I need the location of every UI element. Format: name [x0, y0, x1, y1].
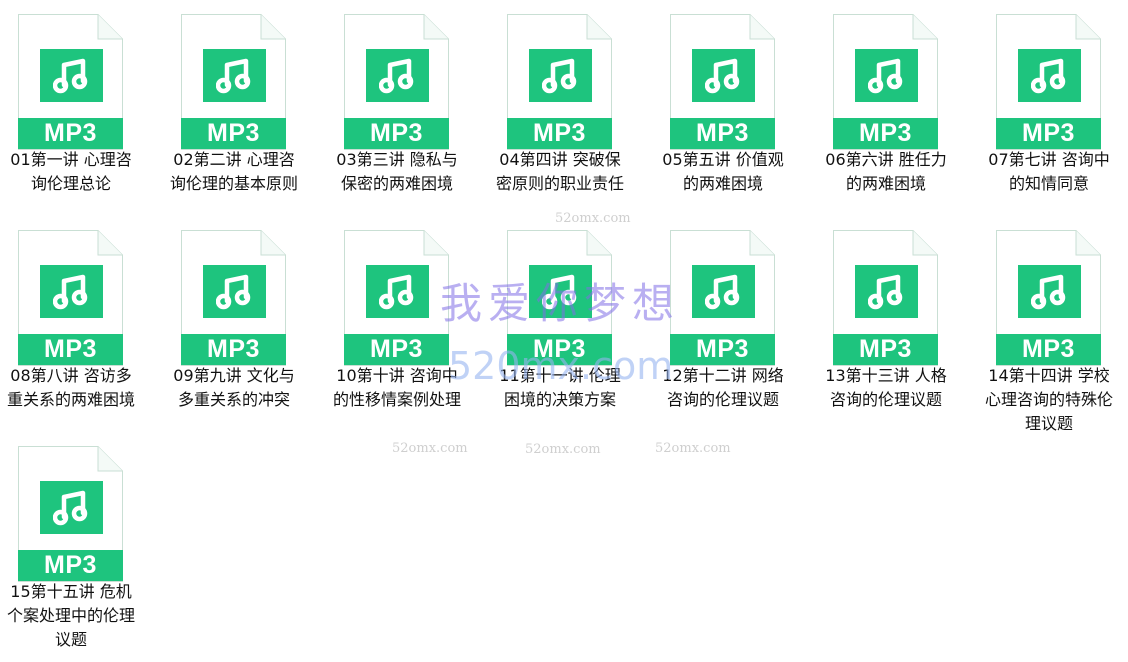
file-item[interactable]: MP3 07第七讲 咨询中的知情同意 [985, 8, 1128, 224]
music-tile [529, 49, 592, 102]
music-tile [203, 49, 266, 102]
file-name: 12第十二讲 网络咨询的伦理议题 [662, 366, 784, 409]
mp3-file-icon: MP3 [181, 14, 286, 150]
mp3-file-icon: MP3 [996, 230, 1101, 366]
file-name: 05第五讲 价值观的两难困境 [662, 150, 784, 193]
music-note-icon [379, 274, 414, 310]
file-name: 06第六讲 胜任力的两难困境 [825, 150, 947, 193]
music-tile [855, 265, 918, 318]
file-item[interactable]: MP3 14第十四讲 学校心理咨询的特殊伦理议题 [985, 224, 1128, 440]
music-tile [692, 265, 755, 318]
mp3-file-icon: MP3 [670, 230, 775, 366]
music-note-icon [1031, 274, 1066, 310]
mp3-badge: MP3 [344, 118, 449, 149]
file-name: 01第一讲 心理咨询伦理总论 [10, 150, 132, 193]
mp3-badge: MP3 [670, 334, 775, 365]
file-name: 02第二讲 心理咨询伦理的基本原则 [170, 150, 299, 193]
music-note-icon [1031, 58, 1066, 94]
mp3-file-icon: MP3 [344, 230, 449, 366]
music-tile [855, 49, 918, 102]
file-grid: MP3 01第一讲 心理咨询伦理总论 MP3 02第二讲 心理咨询伦理的基本原则 MP3… [7, 8, 1128, 656]
music-note-icon [216, 274, 251, 310]
mp3-file-icon: MP3 [670, 14, 775, 150]
file-item[interactable]: MP3 03第三讲 隐私与保密的两难困境 [333, 8, 496, 224]
file-item[interactable]: MP3 04第四讲 突破保密原则的职业责任 [496, 8, 659, 224]
music-tile [366, 49, 429, 102]
file-item[interactable]: MP3 08第八讲 咨访多重关系的两难困境 [7, 224, 170, 440]
file-item[interactable]: MP3 01第一讲 心理咨询伦理总论 [7, 8, 170, 224]
music-note-icon [542, 274, 577, 310]
music-note-icon [216, 58, 251, 94]
mp3-badge: MP3 [507, 334, 612, 365]
mp3-file-icon: MP3 [18, 230, 123, 366]
file-name: 07第七讲 咨询中的知情同意 [988, 150, 1110, 193]
music-tile [40, 481, 103, 534]
mp3-badge: MP3 [181, 334, 286, 365]
music-tile [529, 265, 592, 318]
music-tile [366, 265, 429, 318]
file-name: 14第十四讲 学校心理咨询的特殊伦理议题 [985, 366, 1114, 433]
file-item[interactable]: MP3 05第五讲 价值观的两难困境 [659, 8, 822, 224]
file-item[interactable]: MP3 06第六讲 胜任力的两难困境 [822, 8, 985, 224]
mp3-file-icon: MP3 [344, 14, 449, 150]
file-item[interactable]: MP3 12第十二讲 网络咨询的伦理议题 [659, 224, 822, 440]
mp3-badge: MP3 [18, 550, 123, 581]
file-item[interactable]: MP3 13第十三讲 人格咨询的伦理议题 [822, 224, 985, 440]
music-note-icon [705, 58, 740, 94]
file-item[interactable]: MP3 15第十五讲 危机个案处理中的伦理议题 [7, 440, 170, 656]
music-tile [203, 265, 266, 318]
music-note-icon [53, 58, 88, 94]
music-note-icon [53, 490, 88, 526]
music-tile [40, 49, 103, 102]
music-tile [40, 265, 103, 318]
music-note-icon [379, 58, 414, 94]
file-name: 13第十三讲 人格咨询的伦理议题 [825, 366, 947, 409]
file-name: 10第十讲 咨询中的性移情案例处理 [333, 366, 462, 409]
file-item[interactable]: MP3 11第十一讲 伦理困境的决策方案 [496, 224, 659, 440]
file-item[interactable]: MP3 02第二讲 心理咨询伦理的基本原则 [170, 8, 333, 224]
music-note-icon [705, 274, 740, 310]
file-item[interactable]: MP3 09第九讲 文化与多重关系的冲突 [170, 224, 333, 440]
mp3-badge: MP3 [344, 334, 449, 365]
mp3-file-icon: MP3 [996, 14, 1101, 150]
mp3-badge: MP3 [18, 118, 123, 149]
file-name: 04第四讲 突破保密原则的职业责任 [496, 150, 625, 193]
music-note-icon [53, 274, 88, 310]
mp3-file-icon: MP3 [833, 14, 938, 150]
mp3-file-icon: MP3 [507, 230, 612, 366]
file-name: 03第三讲 隐私与保密的两难困境 [336, 150, 458, 193]
mp3-badge: MP3 [996, 334, 1101, 365]
mp3-badge: MP3 [996, 118, 1101, 149]
mp3-badge: MP3 [18, 334, 123, 365]
music-note-icon [542, 58, 577, 94]
music-tile [692, 49, 755, 102]
file-name: 09第九讲 文化与多重关系的冲突 [173, 366, 295, 409]
mp3-file-icon: MP3 [18, 446, 123, 582]
mp3-badge: MP3 [181, 118, 286, 149]
music-tile [1018, 265, 1081, 318]
mp3-badge: MP3 [670, 118, 775, 149]
music-note-icon [868, 58, 903, 94]
mp3-file-icon: MP3 [507, 14, 612, 150]
music-note-icon [868, 274, 903, 310]
mp3-badge: MP3 [833, 118, 938, 149]
mp3-badge: MP3 [833, 334, 938, 365]
mp3-file-icon: MP3 [833, 230, 938, 366]
mp3-file-icon: MP3 [18, 14, 123, 150]
file-name: 08第八讲 咨访多重关系的两难困境 [7, 366, 136, 409]
file-name: 15第十五讲 危机个案处理中的伦理议题 [7, 582, 136, 649]
file-name: 11第十一讲 伦理困境的决策方案 [499, 366, 621, 409]
mp3-badge: MP3 [507, 118, 612, 149]
music-tile [1018, 49, 1081, 102]
file-item[interactable]: MP3 10第十讲 咨询中的性移情案例处理 [333, 224, 496, 440]
mp3-file-icon: MP3 [181, 230, 286, 366]
